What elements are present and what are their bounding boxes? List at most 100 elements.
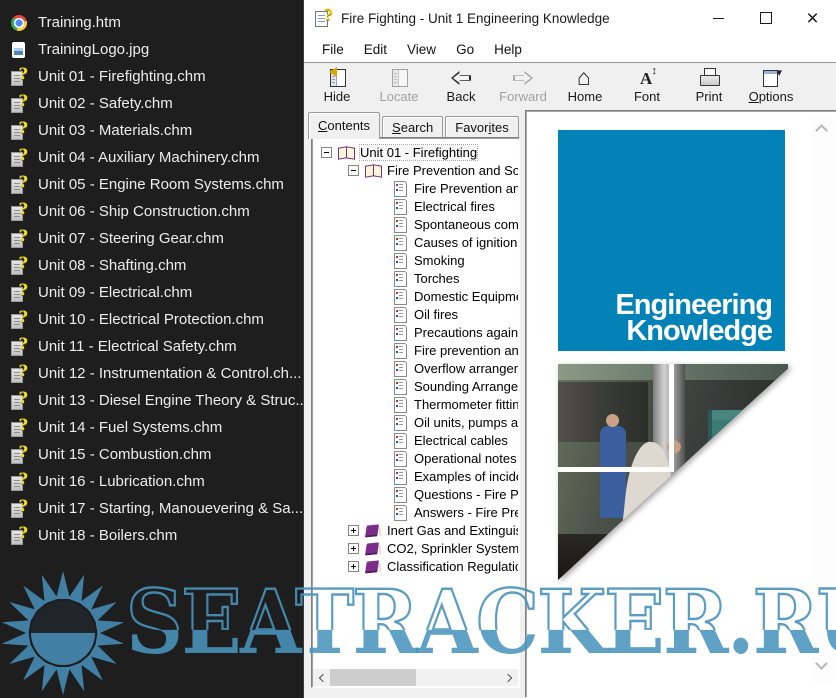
title-bar[interactable]: Fire Fighting - Unit 1 Engineering Knowl… <box>304 0 836 36</box>
file-item[interactable]: Unit 08 - Shafting.chm <box>0 252 303 279</box>
tree-item[interactable]: Answers - Fire Prev <box>313 503 518 521</box>
menu-item[interactable]: Edit <box>354 36 397 62</box>
tree-item[interactable]: Sounding Arrangem <box>313 377 518 395</box>
file-item[interactable]: Unit 18 - Boilers.chm <box>0 522 303 549</box>
file-item[interactable]: Unit 07 - Steering Gear.chm <box>0 225 303 252</box>
tree-item[interactable]: CO2, Sprinkler Systems <box>313 539 518 557</box>
file-item[interactable]: Unit 01 - Firefighting.chm <box>0 63 303 90</box>
contents-tree-panel: Unit 01 - Firefighting Fire Prevention a… <box>311 137 520 688</box>
toolbar-button[interactable]: Options <box>740 64 802 108</box>
tree-item[interactable]: Electrical fires <box>313 197 518 215</box>
tree-horizontal-scrollbar[interactable] <box>313 669 518 686</box>
menu-item[interactable]: Help <box>484 36 532 62</box>
tree-expander-icon[interactable] <box>348 525 359 536</box>
tree-item[interactable]: Torches <box>313 269 518 287</box>
menu-item[interactable]: View <box>397 36 446 62</box>
tree-item-icon <box>392 235 409 250</box>
menu-item[interactable]: Go <box>446 36 484 62</box>
tree-item-icon <box>392 397 409 412</box>
collage-divider-horizontal <box>558 467 674 472</box>
file-item[interactable]: Unit 06 - Ship Construction.chm <box>0 198 303 225</box>
tree-item-icon <box>392 415 409 430</box>
file-item-label: Unit 01 - Firefighting.chm <box>38 68 206 85</box>
horizontal-scroll-thumb[interactable] <box>330 669 416 686</box>
nav-tab[interactable]: Favorites <box>445 116 518 139</box>
minimize-button[interactable] <box>695 0 742 36</box>
toolbar-button-icon <box>512 68 534 88</box>
scroll-right-arrow[interactable] <box>501 669 518 686</box>
tree-item[interactable]: Precautions against <box>313 323 518 341</box>
tree-item-label: Causes of ignition o <box>414 235 518 250</box>
maximize-button[interactable] <box>742 0 789 36</box>
tree-item[interactable]: Oil units, pumps and <box>313 413 518 431</box>
tree-expander-icon[interactable] <box>348 561 359 572</box>
tree-item[interactable]: Domestic Equipmen <box>313 287 518 305</box>
nav-tab[interactable]: Search <box>382 116 443 139</box>
toolbar-button[interactable]: Hide <box>306 64 368 108</box>
tree-item[interactable]: Thermometer fitting <box>313 395 518 413</box>
toolbar-button[interactable]: Forward <box>492 64 554 108</box>
tree-item-label: Overflow arrangeme <box>414 361 518 376</box>
toolbar-button-icon <box>450 68 472 88</box>
tree-item[interactable]: Spontaneous comb <box>313 215 518 233</box>
tree-item[interactable]: Classification Regulatio <box>313 557 518 575</box>
file-item-label: Unit 06 - Ship Construction.chm <box>38 203 250 220</box>
toolbar-button-label: Home <box>568 89 603 104</box>
tree-expander-icon[interactable] <box>348 543 359 554</box>
scroll-left-arrow[interactable] <box>313 669 330 686</box>
file-type-icon <box>10 41 28 59</box>
tree-item[interactable]: Electrical cables <box>313 431 518 449</box>
file-item[interactable]: Unit 17 - Starting, Manouevering & Sa... <box>0 495 303 522</box>
file-item[interactable]: Unit 04 - Auxiliary Machinery.chm <box>0 144 303 171</box>
tree-item[interactable]: Fire Prevention and Sou <box>313 161 518 179</box>
tree-item[interactable]: Fire Prevention and <box>313 179 518 197</box>
file-item[interactable]: Unit 16 - Lubrication.chm <box>0 468 303 495</box>
tree-item[interactable]: Questions - Fire Pre <box>313 485 518 503</box>
close-button[interactable] <box>789 0 836 36</box>
file-item[interactable]: Unit 10 - Electrical Protection.chm <box>0 306 303 333</box>
tree-expander-icon[interactable] <box>348 165 359 176</box>
content-vertical-scrollbar[interactable] <box>811 116 833 682</box>
file-item[interactable]: TrainingLogo.jpg <box>0 36 303 63</box>
file-item[interactable]: Unit 02 - Safety.chm <box>0 90 303 117</box>
toolbar-button-label: Locate <box>379 89 418 104</box>
file-type-icon <box>10 338 28 356</box>
file-type-icon <box>10 500 28 518</box>
file-item[interactable]: Unit 12 - Instrumentation & Control.ch..… <box>0 360 303 387</box>
tree-item-icon <box>392 361 409 376</box>
toolbar-button[interactable]: Font <box>616 64 678 108</box>
file-item[interactable]: Unit 15 - Combustion.chm <box>0 441 303 468</box>
photo-control-cabinet <box>708 410 770 514</box>
contents-tree: Unit 01 - Firefighting Fire Prevention a… <box>313 143 518 669</box>
nav-tab[interactable]: Contents <box>308 112 380 139</box>
tree-item[interactable]: Smoking <box>313 251 518 269</box>
tree-item[interactable]: Overflow arrangeme <box>313 359 518 377</box>
tree-item[interactable]: Operational notes <box>313 449 518 467</box>
tree-item[interactable]: Fire prevention and <box>313 341 518 359</box>
file-item[interactable]: Unit 14 - Fuel Systems.chm <box>0 414 303 441</box>
toolbar-button[interactable]: Back <box>430 64 492 108</box>
menu-item[interactable]: File <box>312 36 354 62</box>
tree-item[interactable]: Oil fires <box>313 305 518 323</box>
file-item-label: Unit 10 - Electrical Protection.chm <box>38 311 264 328</box>
file-item[interactable]: Unit 09 - Electrical.chm <box>0 279 303 306</box>
tree-item[interactable]: Unit 01 - Firefighting <box>313 143 518 161</box>
toolbar-button[interactable]: Home <box>554 64 616 108</box>
toolbar-button[interactable]: Locate <box>368 64 430 108</box>
file-item-label: Unit 16 - Lubrication.chm <box>38 473 205 490</box>
tree-item[interactable]: Inert Gas and Extinguish <box>313 521 518 539</box>
photo-floor <box>558 534 788 580</box>
tree-item-icon <box>392 505 409 520</box>
toolbar-button[interactable]: Print <box>678 64 740 108</box>
tree-item[interactable]: Examples of incider <box>313 467 518 485</box>
tree-item[interactable]: Causes of ignition o <box>313 233 518 251</box>
chevron-down-icon[interactable] <box>815 657 828 670</box>
tree-expander-icon[interactable] <box>321 147 332 158</box>
file-item[interactable]: Unit 03 - Materials.chm <box>0 117 303 144</box>
chevron-up-icon[interactable] <box>815 124 828 137</box>
file-item[interactable]: Unit 13 - Diesel Engine Theory & Struc..… <box>0 387 303 414</box>
file-item[interactable]: Training.htm <box>0 9 303 36</box>
tree-item-icon <box>392 343 409 358</box>
file-item[interactable]: Unit 05 - Engine Room Systems.chm <box>0 171 303 198</box>
file-item[interactable]: Unit 11 - Electrical Safety.chm <box>0 333 303 360</box>
